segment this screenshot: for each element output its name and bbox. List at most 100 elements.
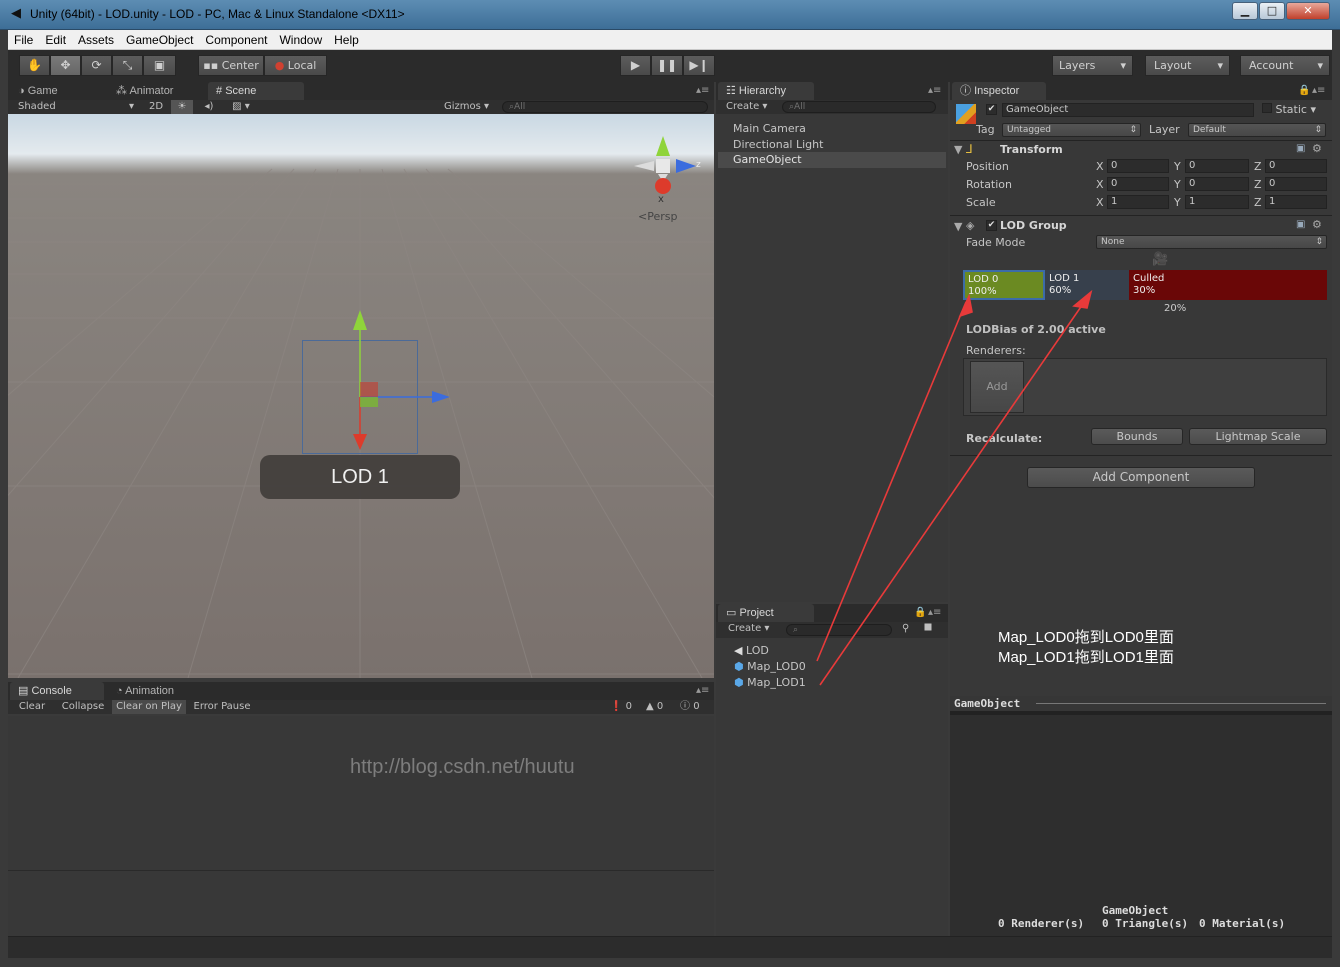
tab-inspector[interactable]: ⓘ Inspector (952, 82, 1046, 100)
layout-dropdown[interactable]: Layout ▾ (1145, 55, 1230, 76)
orientation-gizmo[interactable] (628, 134, 708, 210)
rotation-y-field[interactable]: 0 (1185, 177, 1249, 191)
console-menu-icon[interactable]: ▴≡ (696, 685, 709, 696)
gizmos-dropdown[interactable]: Gizmos ▾ (444, 100, 500, 114)
console-clear-button[interactable]: Clear (12, 700, 52, 714)
tab-scene[interactable]: # Scene (208, 82, 304, 100)
rotation-x-field[interactable]: 0 (1107, 177, 1169, 191)
active-checkbox[interactable]: ✔ (986, 104, 997, 115)
console-error-pause-button[interactable]: Error Pause (188, 700, 256, 714)
camera-icon[interactable]: 🎥 (1152, 252, 1168, 267)
scale-x-field[interactable]: 1 (1107, 195, 1169, 209)
position-x-field[interactable]: 0 (1107, 159, 1169, 173)
bounds-button[interactable]: Bounds (1091, 428, 1183, 445)
hierarchy-menu-icon[interactable]: ▴≡ (928, 85, 941, 96)
settings-gear-icon[interactable]: ⚙ (1312, 218, 1322, 231)
menu-file[interactable]: File (8, 30, 39, 50)
console-info-toggle[interactable]: ❗ 0 (610, 700, 642, 714)
tab-project[interactable]: ▭ Project (718, 604, 814, 622)
help-icon[interactable]: ▣ (1296, 219, 1305, 230)
audio-toggle-icon[interactable]: ◂) (198, 100, 220, 114)
project-item-lod[interactable]: ◀ LOD (734, 644, 769, 657)
account-dropdown[interactable]: Account ▾ (1240, 55, 1330, 76)
pause-button[interactable]: ❚❚ (651, 55, 683, 76)
tab-console[interactable]: ▤ Console (10, 682, 104, 700)
list-item[interactable]: Directional Light (733, 138, 823, 151)
rect-tool-icon[interactable]: ▣ (143, 55, 176, 76)
tab-game[interactable]: ◑ Game (10, 82, 102, 100)
console-warning-toggle[interactable]: ▲ 0 (646, 700, 678, 714)
tag-dropdown[interactable]: Untagged ⇕ (1002, 123, 1141, 137)
tab-animator[interactable]: ⁂ Animator (108, 82, 204, 100)
list-item[interactable]: Main Camera (733, 122, 806, 135)
space-local-button[interactable]: ● Local (264, 55, 327, 76)
filter-type-icon[interactable]: ⚲ (902, 622, 918, 636)
tab-animation[interactable]: ◔ Animation (108, 682, 208, 700)
inspector-menu-icon[interactable]: ▴≡ (1312, 85, 1325, 96)
maximize-button[interactable]: □ (1259, 2, 1285, 20)
position-z-field[interactable]: 0 (1265, 159, 1327, 173)
transform-foldout-icon[interactable]: ▼ (954, 143, 962, 156)
move-gizmo[interactable] (338, 304, 458, 454)
panel-menu-icon[interactable]: ▴≡ (696, 85, 709, 96)
menu-assets[interactable]: Assets (72, 30, 120, 50)
project-menu-icon[interactable]: ▴≡ (928, 607, 941, 618)
hierarchy-create-button[interactable]: Create ▾ (726, 100, 776, 114)
position-y-field[interactable]: 0 (1185, 159, 1249, 173)
console-log-area[interactable]: http://blog.csdn.net/huutu (8, 716, 714, 936)
minimize-button[interactable]: ▁ (1232, 2, 1258, 20)
preview-resize-handle[interactable] (950, 712, 1332, 715)
list-item-selected[interactable]: GameObject (718, 152, 946, 168)
add-component-button[interactable]: Add Component (1027, 467, 1255, 488)
settings-gear-icon[interactable]: ⚙ (1312, 142, 1322, 155)
lodgroup-foldout-icon[interactable]: ▼ (954, 220, 962, 233)
menu-window[interactable]: Window (273, 30, 328, 50)
console-error-toggle[interactable]: ⓘ 0 (680, 700, 712, 714)
lightmap-scale-button[interactable]: Lightmap Scale (1189, 428, 1327, 445)
layer-dropdown[interactable]: Default ⇕ (1188, 123, 1326, 137)
lod0-level[interactable]: LOD 0 100% (963, 270, 1045, 300)
project-search-input[interactable]: ⌕ (786, 624, 892, 636)
rotate-tool-icon[interactable]: ⟳ (81, 55, 112, 76)
menu-gameobject[interactable]: GameObject (120, 30, 199, 50)
close-button[interactable]: ✕ (1286, 2, 1330, 20)
layers-dropdown[interactable]: Layers ▾ (1052, 55, 1133, 76)
mode-2d-toggle[interactable]: 2D (143, 100, 169, 114)
scene-search-input[interactable]: ⌕All (502, 101, 708, 113)
static-checkbox[interactable] (1262, 103, 1272, 113)
lod1-level[interactable]: LOD 1 60% (1045, 270, 1129, 300)
rotation-z-field[interactable]: 0 (1265, 177, 1327, 191)
persp-label[interactable]: <Persp (638, 210, 677, 223)
play-button[interactable]: ▶ (620, 55, 651, 76)
scale-z-field[interactable]: 1 (1265, 195, 1327, 209)
inspector-lock-icon[interactable]: 🔒 (1298, 85, 1310, 96)
lodgroup-enabled-checkbox[interactable]: ✔ (986, 220, 997, 231)
filter-label-icon[interactable]: ⯀ (924, 622, 940, 636)
tab-hierarchy[interactable]: ☷ Hierarchy (718, 82, 814, 100)
console-clear-on-play-button[interactable]: Clear on Play (112, 700, 186, 714)
help-icon[interactable]: ▣ (1296, 143, 1305, 154)
culled-level[interactable]: Culled 30% (1129, 270, 1327, 300)
step-button[interactable]: ▶❙ (683, 55, 715, 76)
project-item-map-lod1[interactable]: ⬢ Map_LOD1 (734, 676, 806, 689)
hand-tool-icon[interactable]: ✋ (19, 55, 50, 76)
effects-dropdown-icon[interactable]: ▨ ▾ (226, 100, 256, 114)
add-renderer-button[interactable]: Add (970, 361, 1024, 413)
gameobject-name-field[interactable]: GameObject (1002, 103, 1254, 117)
static-toggle[interactable]: Static ▾ (1262, 103, 1316, 116)
menu-help[interactable]: Help (328, 30, 365, 50)
project-create-button[interactable]: Create ▾ (728, 622, 778, 636)
scene-viewport[interactable]: z x <Persp LOD 1 (8, 114, 714, 678)
scale-tool-icon[interactable]: ⤡ (112, 55, 143, 76)
move-tool-icon[interactable]: ✥ (50, 55, 81, 76)
hierarchy-search-input[interactable]: ⌕All (782, 101, 936, 113)
console-collapse-button[interactable]: Collapse (56, 700, 110, 714)
fade-mode-dropdown[interactable]: None ⇕ (1096, 235, 1327, 249)
shading-dropdown[interactable]: Shaded ▾ (18, 100, 134, 114)
project-lock-icon[interactable]: 🔒 (914, 607, 926, 618)
scale-y-field[interactable]: 1 (1185, 195, 1249, 209)
lighting-toggle-icon[interactable]: ☀ (171, 100, 193, 114)
pivot-center-button[interactable]: ▪▪ Center (198, 55, 264, 76)
menu-component[interactable]: Component (199, 30, 273, 50)
menu-edit[interactable]: Edit (39, 30, 72, 50)
